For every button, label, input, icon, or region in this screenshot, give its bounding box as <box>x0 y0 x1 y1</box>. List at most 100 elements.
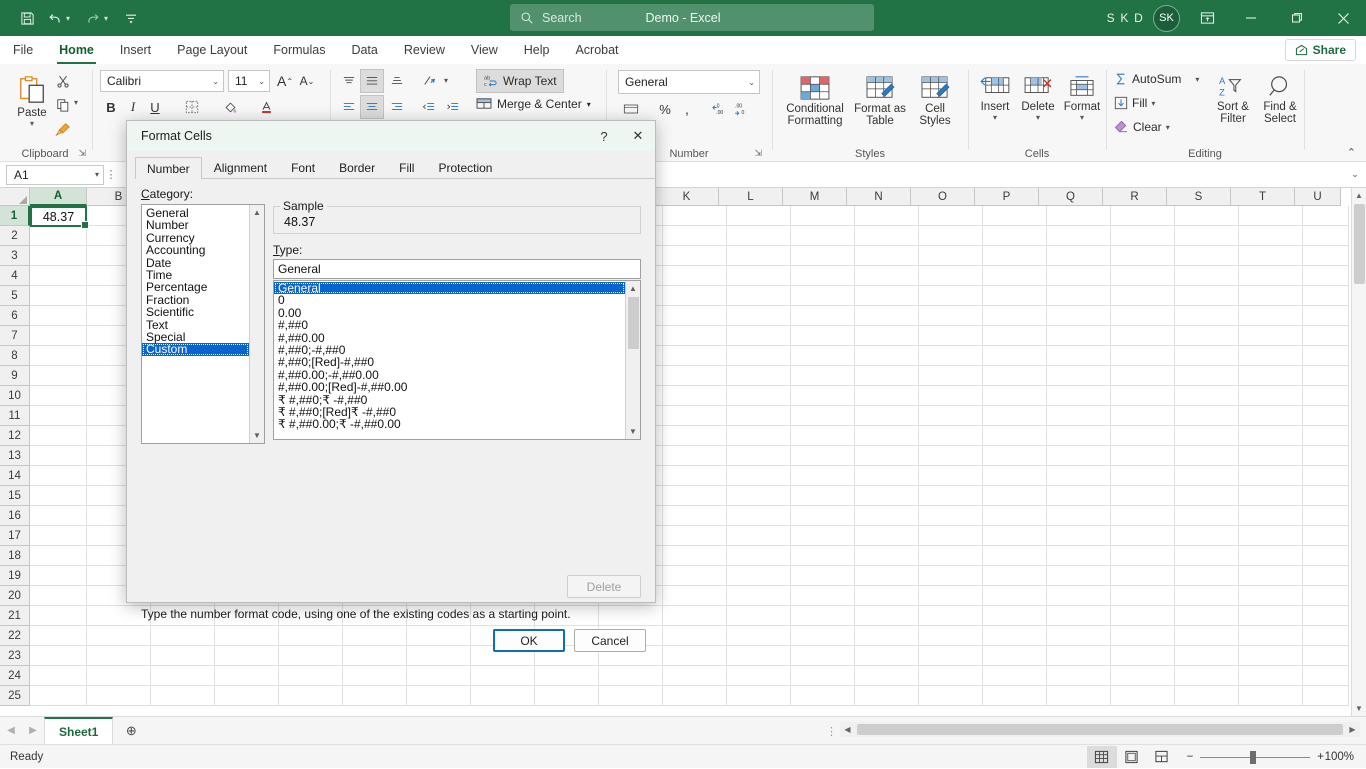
dialog-close-button[interactable]: ✕ <box>621 121 655 151</box>
formula-bar-grip[interactable]: ⋮ <box>104 168 118 181</box>
grid-cell[interactable] <box>855 286 919 306</box>
grid-cell[interactable] <box>1303 466 1349 486</box>
search-input[interactable]: Search <box>510 4 874 31</box>
grid-cell[interactable] <box>30 386 87 406</box>
category-item[interactable]: Percentage <box>142 281 249 294</box>
grid-cell[interactable] <box>599 666 663 686</box>
grid-cell[interactable] <box>1239 326 1303 346</box>
category-item[interactable]: Accounting <box>142 244 249 257</box>
grid-cell[interactable] <box>983 306 1047 326</box>
grid-cell[interactable] <box>1047 346 1111 366</box>
delete-dropdown-icon[interactable]: ▾ <box>1036 113 1040 122</box>
bold-button[interactable]: B <box>100 96 122 118</box>
grid-cell[interactable] <box>983 366 1047 386</box>
row-header[interactable]: 10 <box>0 386 30 406</box>
grid-cell[interactable] <box>919 286 983 306</box>
grid-cell[interactable] <box>1175 406 1239 426</box>
grid-cell[interactable] <box>663 406 727 426</box>
grid-cell[interactable] <box>87 686 151 706</box>
grid-cell[interactable] <box>1175 306 1239 326</box>
chevron-down-icon[interactable]: ⌄ <box>212 77 219 86</box>
split-handle[interactable]: ⋮ <box>826 725 838 738</box>
number-format-combo[interactable]: General ⌄ <box>618 70 760 94</box>
restore-button[interactable] <box>1274 0 1320 36</box>
grid-cell[interactable] <box>1047 386 1111 406</box>
grid-cell[interactable] <box>30 346 87 366</box>
grid-cell[interactable] <box>151 626 215 646</box>
grid-cell[interactable] <box>30 486 87 506</box>
grid-cell[interactable] <box>1303 266 1349 286</box>
grid-cell[interactable] <box>983 286 1047 306</box>
grid-cell[interactable] <box>151 666 215 686</box>
grid-cell[interactable] <box>663 246 727 266</box>
grid-cell[interactable] <box>30 306 87 326</box>
sheet-tab-sheet1[interactable]: Sheet1 <box>44 717 114 744</box>
grid-cell[interactable] <box>727 226 791 246</box>
format-cells-dialog[interactable]: Format Cells ? ✕ Number Alignment Font B… <box>126 120 656 652</box>
grid-cell[interactable] <box>983 206 1047 226</box>
column-header-n[interactable]: N <box>847 188 911 206</box>
grid-cell[interactable] <box>855 426 919 446</box>
grid-cell[interactable] <box>1047 406 1111 426</box>
grid-cell[interactable] <box>663 506 727 526</box>
grid-cell[interactable] <box>727 266 791 286</box>
font-name-combo[interactable]: Calibri ⌄ <box>100 70 224 92</box>
grid-cell[interactable] <box>279 686 343 706</box>
grid-cell[interactable] <box>855 246 919 266</box>
grid-cell[interactable] <box>1175 346 1239 366</box>
ribbon-display-options-icon[interactable] <box>1186 0 1228 36</box>
grid-cell[interactable] <box>1175 526 1239 546</box>
grid-cell[interactable] <box>1303 646 1349 666</box>
grid-cell[interactable] <box>1303 366 1349 386</box>
grid-cell[interactable] <box>663 566 727 586</box>
grid-cell[interactable] <box>1239 626 1303 646</box>
grid-cell[interactable] <box>791 626 855 646</box>
grid-cell[interactable] <box>1111 386 1175 406</box>
grid-cell[interactable] <box>663 206 727 226</box>
grid-cell[interactable] <box>919 566 983 586</box>
grid-cell[interactable] <box>1111 226 1175 246</box>
grid-cell[interactable] <box>919 386 983 406</box>
grid-cell[interactable] <box>1175 286 1239 306</box>
grid-cell[interactable] <box>791 206 855 226</box>
grid-cell[interactable] <box>1303 666 1349 686</box>
grid-cell[interactable] <box>919 586 983 606</box>
grid-cell[interactable] <box>727 466 791 486</box>
grid-cell[interactable] <box>1303 206 1349 226</box>
grid-cell[interactable] <box>1303 626 1349 646</box>
grid-cell[interactable] <box>1303 426 1349 446</box>
grid-cell[interactable] <box>855 406 919 426</box>
horizontal-scrollbar[interactable]: ◀ ▶ <box>840 722 1360 737</box>
grid-cell[interactable] <box>1047 546 1111 566</box>
category-listbox[interactable]: General Number Currency Accounting Date Time P… <box>141 204 265 444</box>
grid-cell[interactable] <box>599 686 663 706</box>
grid-cell[interactable] <box>791 646 855 666</box>
grid-cell[interactable] <box>983 326 1047 346</box>
grid-cell[interactable] <box>1047 286 1111 306</box>
grid-cell[interactable] <box>1239 266 1303 286</box>
scroll-right-icon[interactable]: ▶ <box>1345 725 1360 734</box>
type-listbox[interactable]: General 0 0.00 #,##0 #,##0.00 #,##0;-#,##0 #,#… <box>273 280 641 440</box>
row-header[interactable]: 5 <box>0 286 30 306</box>
grid-cell[interactable] <box>1047 646 1111 666</box>
row-header[interactable]: 24 <box>0 666 30 686</box>
grid-cell[interactable] <box>663 546 727 566</box>
tab-view[interactable]: View <box>458 36 511 64</box>
row-header[interactable]: 7 <box>0 326 30 346</box>
scroll-down-icon[interactable]: ▼ <box>626 424 640 439</box>
format-dropdown-icon[interactable]: ▾ <box>1080 113 1084 122</box>
type-scrollbar[interactable]: ▲ ▼ <box>625 281 640 439</box>
grid-cell[interactable] <box>983 646 1047 666</box>
grid-cell[interactable] <box>1175 646 1239 666</box>
grid-cell[interactable] <box>791 506 855 526</box>
grid-cell[interactable] <box>215 666 279 686</box>
grid-cell[interactable] <box>855 366 919 386</box>
grid-cell[interactable] <box>1303 586 1349 606</box>
grid-cell[interactable] <box>919 666 983 686</box>
grid-cell[interactable] <box>663 626 727 646</box>
tab-formulas[interactable]: Formulas <box>260 36 338 64</box>
align-right-button[interactable] <box>386 96 408 118</box>
grid-cell[interactable] <box>1239 526 1303 546</box>
grid-cell[interactable] <box>663 446 727 466</box>
grid-cell[interactable] <box>343 646 407 666</box>
